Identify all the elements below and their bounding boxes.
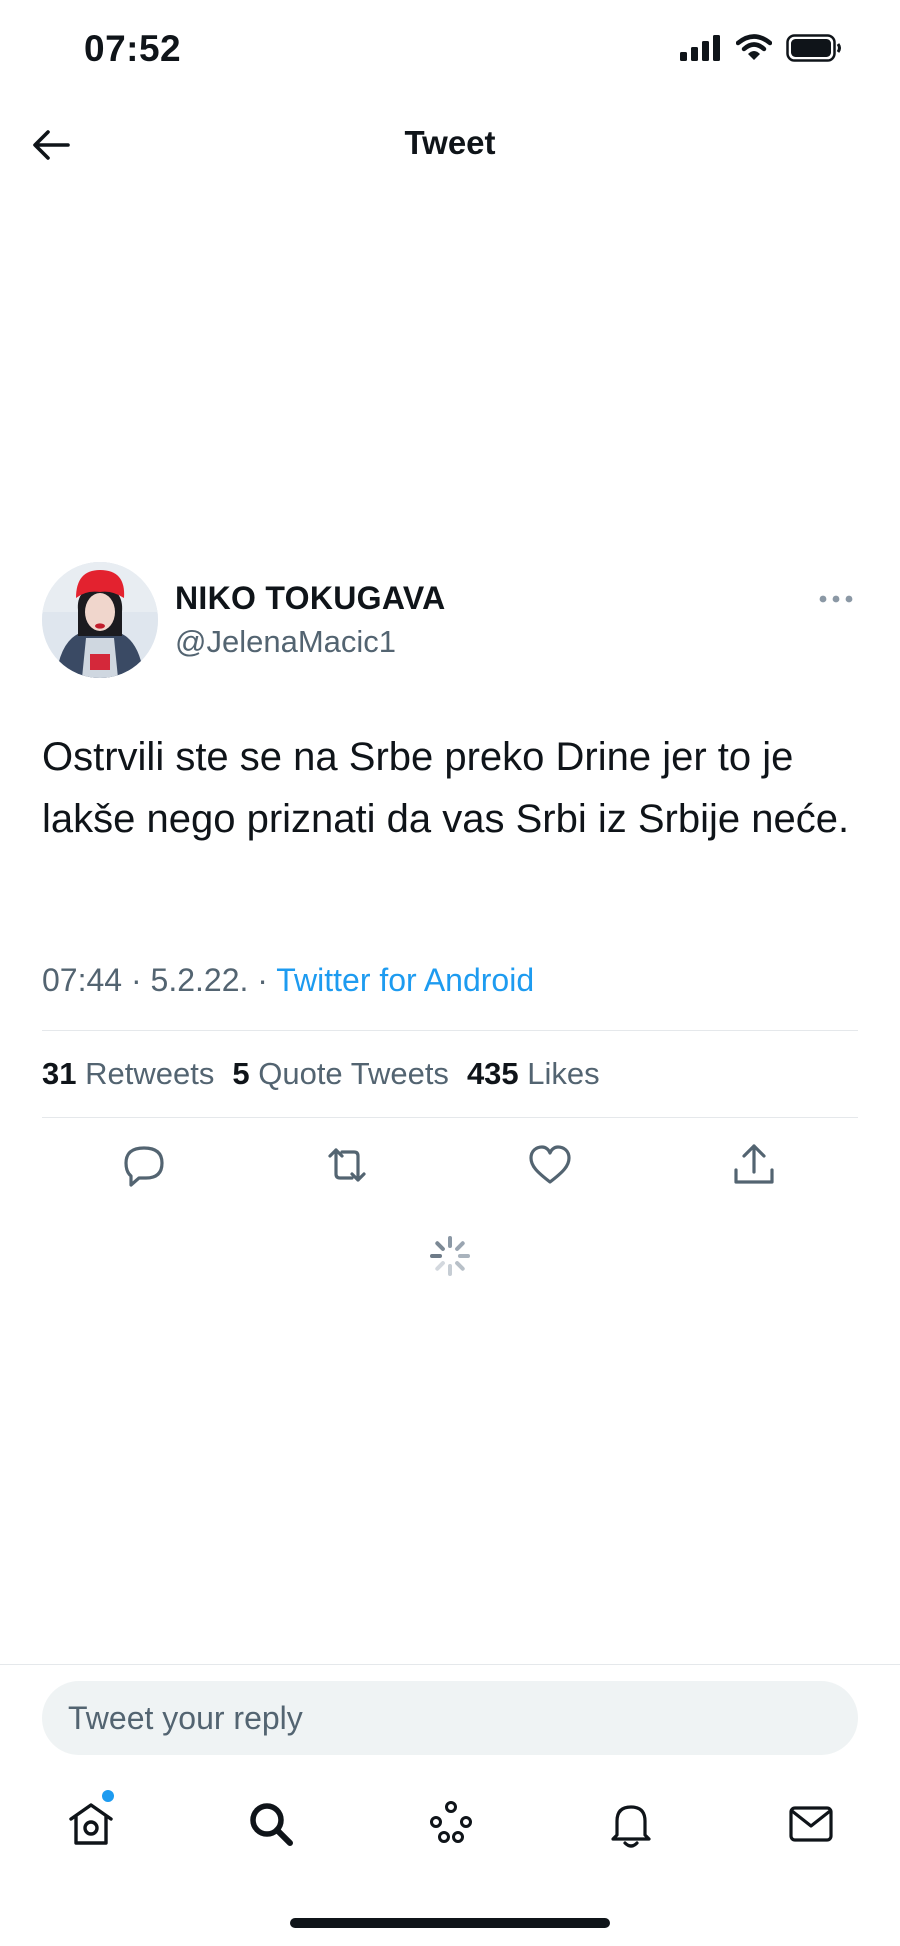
likes-count: 435 (466, 1056, 519, 1091)
retweets-count: 31 (42, 1056, 77, 1091)
quotes-label: Quote Tweets (258, 1056, 449, 1091)
quotes-stat[interactable]: 5 Quote Tweets (232, 1056, 449, 1091)
divider (42, 1117, 858, 1118)
home-icon[interactable] (64, 1797, 118, 1851)
tweet-text: Ostrvili ste se na Srbe preko Drine jer … (42, 735, 850, 841)
author-name[interactable]: NIKO TOKUGAVA (175, 580, 446, 617)
mail-icon[interactable] (784, 1797, 838, 1851)
battery-icon (786, 34, 841, 62)
avatar-image (42, 562, 158, 678)
divider (0, 1664, 900, 1665)
likes-stat[interactable]: 435 Likes (467, 1056, 600, 1091)
retweets-stat[interactable]: 31 Retweets (42, 1056, 214, 1091)
author-handle[interactable]: @JelenaMacic1 (175, 624, 396, 660)
status-icons (680, 34, 842, 62)
reply-icon[interactable] (119, 1140, 169, 1190)
search-icon[interactable] (244, 1797, 298, 1851)
spinner-icon (430, 1236, 470, 1276)
likes-label: Likes (527, 1056, 600, 1091)
more-icon[interactable] (816, 584, 856, 614)
tweet-stats: 31 Retweets 5 Quote Tweets 435 Likes (42, 1056, 600, 1092)
bell-icon[interactable] (604, 1797, 658, 1851)
reply-input[interactable]: Tweet your reply (42, 1681, 858, 1755)
quotes-count: 5 (232, 1056, 250, 1091)
meta-separator: · (122, 962, 151, 998)
tweet-meta: 07:44 · 5.2.22. · Twitter for Android (42, 962, 534, 999)
wifi-icon (736, 34, 772, 60)
tweet-date: 5.2.22. (150, 962, 249, 998)
spaces-icon[interactable] (424, 1797, 478, 1851)
home-indicator (290, 1918, 610, 1928)
retweet-icon[interactable] (322, 1140, 372, 1190)
notification-dot (102, 1790, 114, 1802)
tweet-time: 07:44 (42, 962, 123, 998)
page-title: Tweet (404, 124, 496, 161)
divider (42, 1030, 858, 1031)
status-time: 07:52 (84, 28, 182, 69)
tweet-source-link[interactable]: Twitter for Android (276, 962, 534, 998)
avatar[interactable] (42, 562, 158, 678)
share-icon[interactable] (729, 1140, 779, 1190)
retweets-label: Retweets (85, 1056, 215, 1091)
reply-placeholder: Tweet your reply (68, 1699, 303, 1736)
meta-separator: · (248, 962, 277, 998)
signal-icon (680, 35, 720, 61)
heart-icon[interactable] (525, 1140, 575, 1190)
